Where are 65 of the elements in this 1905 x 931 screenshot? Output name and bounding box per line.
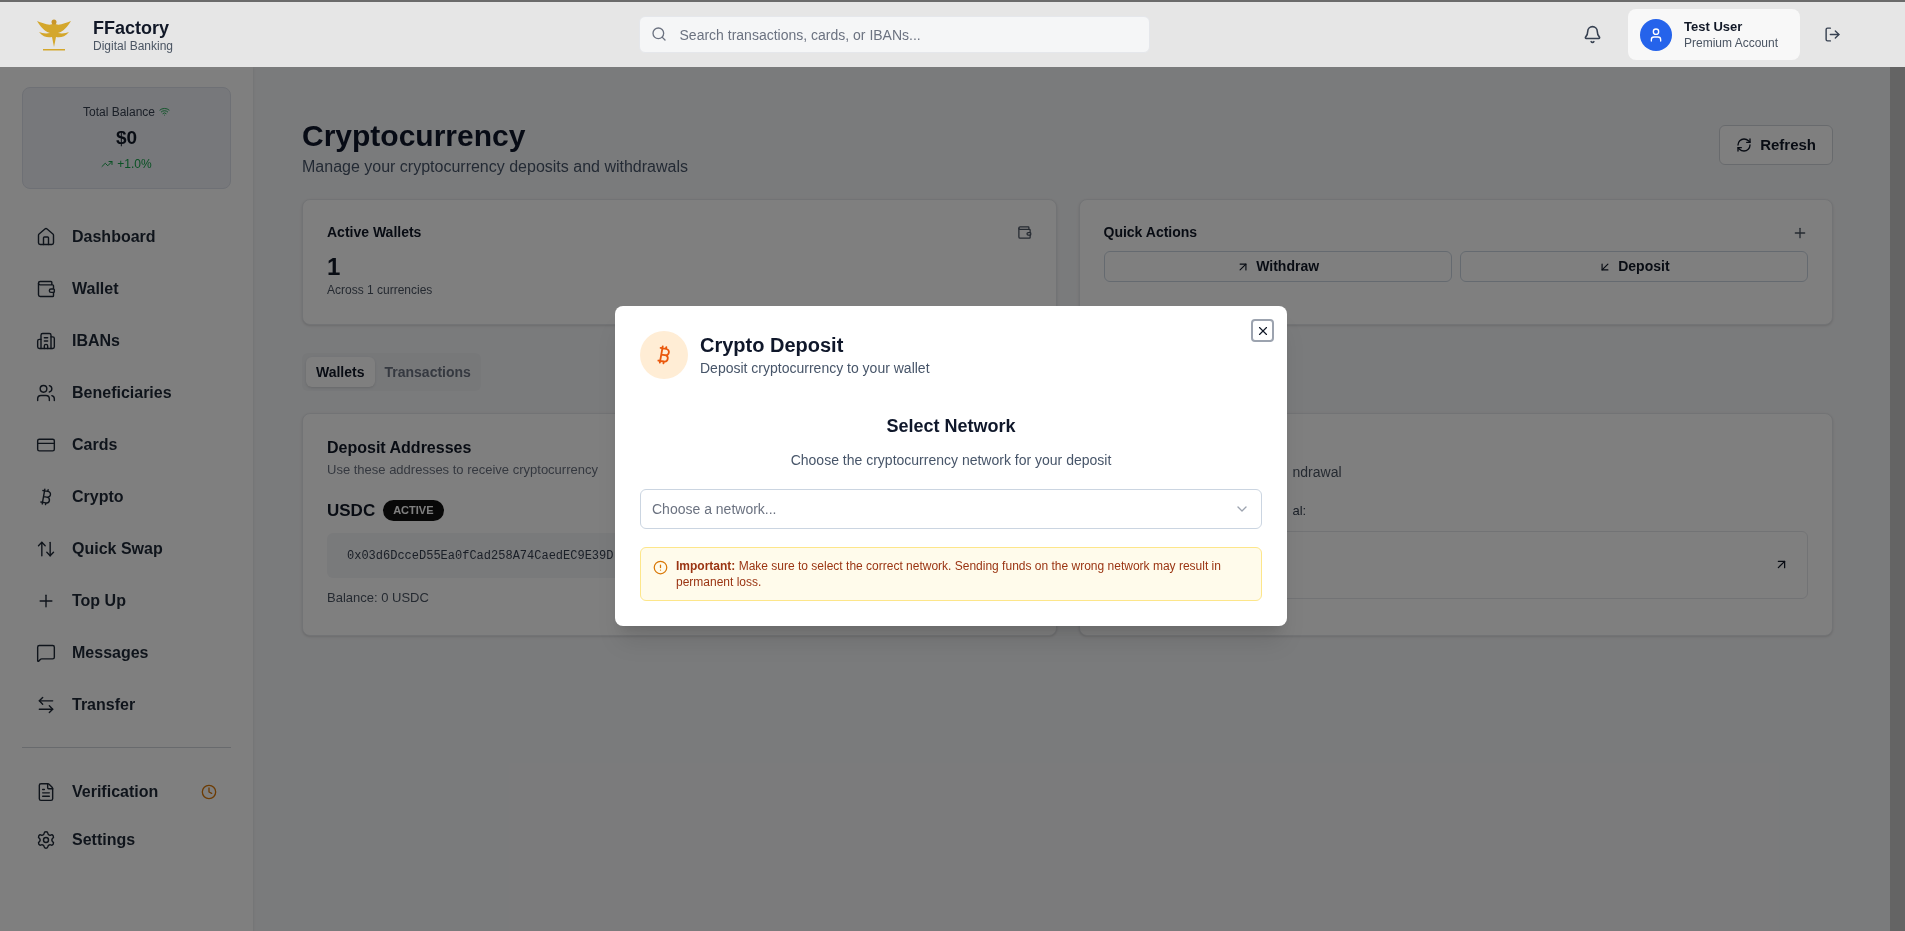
sidebar-nav-item[interactable]: Quick Swap bbox=[22, 523, 231, 575]
page-title: Cryptocurrency bbox=[302, 118, 527, 154]
brand-tagline: Digital Banking bbox=[93, 38, 174, 53]
dialog-subtitle: Deposit cryptocurrency to your wallet bbox=[700, 358, 930, 378]
credit-card-icon bbox=[36, 435, 56, 455]
card-description: Use these addresses to receive cryptocurrency bbox=[327, 461, 598, 479]
building-icon bbox=[36, 331, 56, 351]
wallet-icon bbox=[1016, 225, 1032, 240]
sidebar-nav-item[interactable]: Top Up bbox=[22, 575, 231, 627]
transfer-arrows-icon bbox=[36, 695, 56, 715]
section-heading: Select Network bbox=[886, 415, 1016, 438]
user-profile-card[interactable]: Test User Premium Account bbox=[1628, 9, 1800, 60]
balance-change: +1.0% bbox=[117, 156, 152, 174]
dialog-title: Crypto Deposit bbox=[700, 332, 845, 358]
message-icon bbox=[36, 643, 56, 663]
alert-icon bbox=[653, 560, 668, 575]
swap-arrows-icon bbox=[36, 539, 56, 559]
signal-icon bbox=[159, 106, 170, 118]
sidebar-nav-item[interactable]: Dashboard bbox=[22, 211, 231, 263]
avatar bbox=[1640, 18, 1672, 51]
sidebar-nav-item[interactable]: Verification bbox=[22, 768, 231, 816]
logout-icon bbox=[1824, 26, 1841, 43]
sidebar-nav-item[interactable]: Beneficiaries bbox=[22, 367, 231, 419]
withdraw-button[interactable]: Withdraw bbox=[1103, 251, 1452, 282]
card-title: Quick Actions bbox=[1103, 223, 1198, 242]
sidebar-nav-item[interactable]: Messages bbox=[22, 627, 231, 679]
deposit-button[interactable]: Deposit bbox=[1459, 251, 1808, 282]
sidebar-nav-item[interactable]: Transfer bbox=[22, 679, 231, 731]
wallet-address: 0x03d6DcceD55Ea0fCad258A74CaedEC9E39D bbox=[347, 547, 614, 565]
user-name: Test User bbox=[1684, 18, 1744, 35]
currency-code: USDC bbox=[327, 499, 376, 522]
brand-name: FFactory bbox=[93, 16, 171, 39]
sidebar-nav-item[interactable]: Crypto bbox=[22, 471, 231, 523]
balance-amount: $0 bbox=[115, 125, 138, 150]
sidebar-nav-item[interactable]: Cards bbox=[22, 419, 231, 471]
status-badge: ACTIVE bbox=[383, 500, 444, 521]
card-description: ndrawal bbox=[1292, 463, 1342, 482]
home-icon bbox=[36, 227, 56, 247]
search-field[interactable]: Search transactions, cards, or IBANs... bbox=[638, 16, 1150, 53]
tab[interactable]: Transactions bbox=[378, 357, 477, 387]
bell-icon bbox=[1583, 25, 1602, 44]
network-select[interactable]: Choose a network... bbox=[640, 489, 1262, 529]
balance-label: Total Balance bbox=[82, 103, 155, 121]
active-wallets-count: 1 bbox=[327, 253, 342, 281]
wallet-icon bbox=[36, 279, 56, 299]
wallet-balance: Balance: 0 USDC bbox=[327, 589, 429, 607]
sidebar-nav-item[interactable]: Wallet bbox=[22, 263, 231, 315]
document-icon bbox=[36, 782, 56, 802]
card-title: Active Wallets bbox=[327, 223, 422, 242]
sidebar-nav-item[interactable]: Settings bbox=[22, 816, 231, 864]
search-icon bbox=[650, 26, 667, 42]
refresh-button[interactable]: Refresh bbox=[1719, 125, 1833, 165]
field-label: al: bbox=[1292, 502, 1307, 520]
refresh-icon bbox=[1736, 137, 1753, 153]
active-wallets-note: Across 1 currencies bbox=[327, 282, 434, 299]
tab[interactable]: Wallets bbox=[306, 357, 375, 387]
page-subtitle: Manage your cryptocurrency deposits and withdrawals bbox=[302, 157, 688, 177]
users-icon bbox=[36, 383, 56, 403]
warning-text: Important: Make sure to select the correct network. Sending funds on the wrong network may result in permanent loss. bbox=[676, 558, 1222, 590]
settings-icon bbox=[36, 830, 56, 850]
sidebar-nav-item[interactable]: IBANs bbox=[22, 315, 231, 367]
user-plan: Premium Account bbox=[1684, 34, 1779, 51]
section-prompt: Choose the cryptocurrency network for your deposit bbox=[790, 451, 1112, 470]
card-title: Deposit Addresses bbox=[327, 438, 472, 458]
close-button[interactable] bbox=[1251, 319, 1274, 342]
